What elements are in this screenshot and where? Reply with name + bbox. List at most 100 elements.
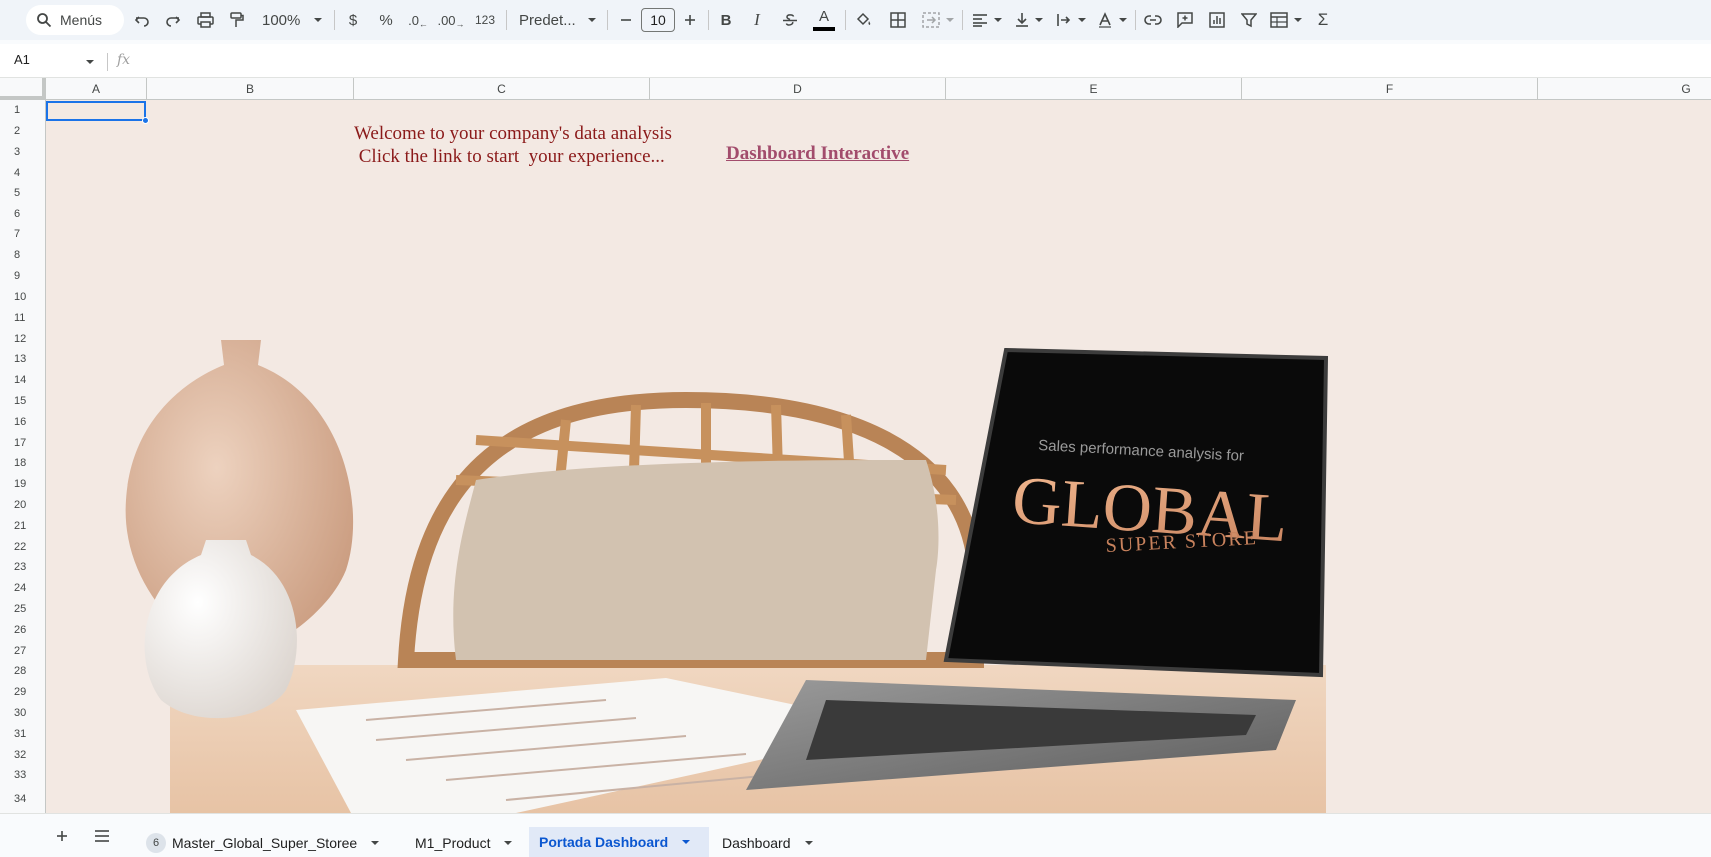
table-view-icon: [1270, 12, 1288, 28]
text-wrapping-button[interactable]: [1055, 8, 1087, 32]
row-header[interactable]: 32: [0, 745, 45, 765]
menu-search[interactable]: Menús: [26, 5, 124, 35]
column-header-c[interactable]: C: [354, 78, 650, 100]
italic-button[interactable]: I: [749, 8, 765, 32]
insert-chart-button[interactable]: [1207, 8, 1227, 32]
filter-views-button[interactable]: [1270, 8, 1302, 32]
row-header[interactable]: 12: [0, 329, 45, 349]
filter-icon: [1241, 13, 1257, 28]
row-header[interactable]: 26: [0, 620, 45, 641]
increase-decimals-button[interactable]: .00 →: [437, 8, 464, 32]
strikethrough-icon: [783, 14, 797, 26]
number-format-button[interactable]: 123: [472, 8, 498, 32]
row-header[interactable]: 25: [0, 599, 45, 620]
row-header[interactable]: 29: [0, 682, 45, 703]
paint-format-icon: [230, 12, 244, 27]
row-header[interactable]: 28: [0, 661, 45, 682]
horizontal-align-button[interactable]: [971, 8, 1003, 32]
print-button[interactable]: [195, 8, 215, 32]
fill-color-button[interactable]: [854, 8, 874, 32]
chevron-down-icon: [314, 18, 323, 22]
column-header-a[interactable]: A: [46, 78, 147, 100]
sheet-tab-dashboard[interactable]: Dashboard: [712, 828, 823, 857]
decrease-font-size-button[interactable]: [618, 8, 634, 32]
row-header[interactable]: 4: [0, 163, 45, 183]
row-header[interactable]: 7: [0, 224, 45, 245]
row-header[interactable]: 14: [0, 370, 45, 391]
paint-format-button[interactable]: [227, 8, 247, 32]
row-header[interactable]: 16: [0, 412, 45, 433]
row-header[interactable]: 22: [0, 537, 45, 557]
zoom-value: 100%: [262, 11, 301, 29]
chevron-down-icon[interactable]: [86, 60, 94, 64]
row-header[interactable]: 17: [0, 433, 45, 453]
chevron-down-icon[interactable]: [682, 840, 691, 844]
strikethrough-button[interactable]: [781, 8, 799, 32]
undo-button[interactable]: [132, 8, 152, 32]
row-header[interactable]: 11: [0, 308, 45, 329]
text-rotation-button[interactable]: [1097, 8, 1127, 32]
row-header[interactable]: 1: [0, 100, 45, 121]
row-header[interactable]: 23: [0, 557, 45, 578]
vertical-align-button[interactable]: [1013, 8, 1045, 32]
font-select[interactable]: Predet...: [519, 8, 596, 32]
row-header[interactable]: 27: [0, 641, 45, 661]
dashboard-link[interactable]: Dashboard Interactive: [726, 143, 909, 165]
column-header-e[interactable]: E: [946, 78, 1242, 100]
row-header[interactable]: 34: [0, 786, 45, 813]
row-header[interactable]: 2: [0, 121, 45, 141]
zoom-select[interactable]: 100%: [262, 8, 323, 32]
column-header-g[interactable]: G: [1538, 78, 1711, 100]
insert-link-button[interactable]: [1143, 8, 1163, 32]
decrease-decimals-button[interactable]: .0 ←: [406, 8, 430, 32]
text-color-button[interactable]: A: [812, 8, 836, 32]
column-header-f[interactable]: F: [1242, 78, 1538, 100]
row-header[interactable]: 21: [0, 516, 45, 537]
row-header[interactable]: 10: [0, 287, 45, 308]
chevron-down-icon: [946, 18, 954, 22]
percent-format-button[interactable]: %: [378, 8, 394, 32]
merge-cells-button[interactable]: [920, 8, 956, 32]
chevron-down-icon[interactable]: [371, 840, 380, 845]
row-header[interactable]: 24: [0, 578, 45, 599]
row-header[interactable]: 9: [0, 266, 45, 287]
currency-format-button[interactable]: $: [346, 8, 360, 32]
text-rotation-icon: [1099, 12, 1111, 28]
font-size-input[interactable]: 10: [641, 8, 675, 32]
row-header[interactable]: 5: [0, 183, 45, 204]
all-sheets-button[interactable]: [90, 824, 114, 848]
row-header[interactable]: 33: [0, 765, 45, 786]
redo-button[interactable]: [163, 8, 183, 32]
sheet-tab-m1-product[interactable]: M1_Product: [405, 828, 522, 857]
chevron-down-icon[interactable]: [504, 840, 513, 845]
row-header[interactable]: 15: [0, 391, 45, 412]
column-header-d[interactable]: D: [650, 78, 946, 100]
row-header[interactable]: 8: [0, 245, 45, 266]
chevron-down-icon[interactable]: [804, 840, 813, 845]
row-header[interactable]: 19: [0, 474, 45, 495]
row-header[interactable]: 18: [0, 453, 45, 474]
row-header[interactable]: 3: [0, 141, 45, 163]
row-header[interactable]: 31: [0, 724, 45, 745]
fill-handle[interactable]: [142, 117, 149, 124]
row-header[interactable]: 6: [0, 204, 45, 224]
chevron-down-icon: [1035, 18, 1043, 22]
sheet-tab-master-global-super-storee[interactable]: 6 Master_Global_Super_Storee: [136, 828, 389, 857]
name-box[interactable]: A1: [14, 52, 30, 67]
add-sheet-button[interactable]: [50, 824, 74, 848]
row-header[interactable]: 20: [0, 495, 45, 516]
borders-button[interactable]: [888, 8, 908, 32]
selected-cell-a1[interactable]: [46, 101, 146, 121]
bold-button[interactable]: B: [718, 8, 734, 32]
functions-button[interactable]: Σ: [1314, 8, 1332, 32]
row-header[interactable]: 13: [0, 349, 45, 370]
sheet-tab-portada-dashboard[interactable]: Portada Dashboard: [529, 827, 709, 857]
column-header-b[interactable]: B: [147, 78, 354, 100]
row-header[interactable]: 30: [0, 703, 45, 724]
insert-comment-button[interactable]: [1175, 8, 1195, 32]
filter-button[interactable]: [1239, 8, 1259, 32]
toolbar-divider: [845, 10, 846, 30]
select-all-corner[interactable]: [0, 78, 46, 100]
increase-font-size-button[interactable]: [682, 8, 698, 32]
sheet-canvas[interactable]: Sales performance analysis for GLOBAL SU…: [46, 100, 1711, 813]
